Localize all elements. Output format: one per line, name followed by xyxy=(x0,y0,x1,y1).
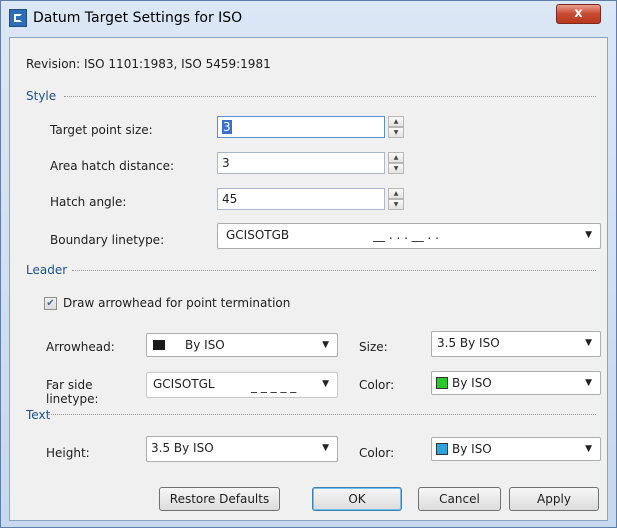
leader-group-title: Leader xyxy=(26,263,68,277)
arrowhead-value: By ISO xyxy=(185,338,225,352)
area-hatch-distance-input[interactable]: 3 xyxy=(217,152,385,174)
chevron-down-icon: ▼ xyxy=(585,230,592,240)
target-point-size-spinner[interactable]: ▲ ▼ xyxy=(388,116,404,138)
arrowhead-icon xyxy=(153,340,165,350)
dialog-window: Datum Target Settings for ISO x Revision… xyxy=(0,0,617,528)
text-group-title: Text xyxy=(26,408,51,422)
far-side-linetype-label-line1: Far side xyxy=(46,378,93,392)
leader-color-label: Color: xyxy=(359,378,395,392)
cancel-button[interactable]: Cancel xyxy=(418,487,501,511)
height-label: Height: xyxy=(46,446,90,460)
hatch-angle-label: Hatch angle: xyxy=(50,195,127,209)
leader-color-select[interactable]: By ISO ▼ xyxy=(431,371,601,395)
far-side-linetype-label: Far side linetype: xyxy=(46,378,99,406)
target-point-size-input[interactable]: 3 xyxy=(217,116,385,138)
close-button[interactable]: x xyxy=(556,4,601,24)
target-point-size-label: Target point size: xyxy=(50,123,153,137)
height-select[interactable]: 3.5 By ISO ▼ xyxy=(146,436,338,462)
app-icon xyxy=(9,9,27,27)
chevron-down-icon: ▼ xyxy=(585,338,592,348)
apply-button[interactable]: Apply xyxy=(509,487,599,511)
target-point-size-value: 3 xyxy=(222,120,232,134)
height-value: 3.5 By ISO xyxy=(151,441,214,455)
boundary-linetype-select[interactable]: GCISOTGB __ . . . __ . . ▼ xyxy=(217,223,601,249)
arrowhead-label: Arrowhead: xyxy=(46,340,115,354)
size-select[interactable]: 3.5 By ISO ▼ xyxy=(431,331,601,357)
restore-defaults-button[interactable]: Restore Defaults xyxy=(159,487,280,511)
draw-arrowhead-label[interactable]: Draw arrowhead for point termination xyxy=(63,296,290,310)
chevron-down-icon: ▼ xyxy=(585,378,592,388)
revision-text: Revision: ISO 1101:1983, ISO 5459:1981 xyxy=(26,57,271,71)
chevron-down-icon: ▼ xyxy=(322,443,329,453)
far-side-linetype-value: GCISOTGL xyxy=(153,377,215,391)
green-swatch-icon xyxy=(436,377,448,389)
spin-down-icon[interactable]: ▼ xyxy=(388,199,404,210)
hatch-angle-spinner[interactable]: ▲ ▼ xyxy=(388,188,404,210)
far-side-linetype-label-line2: linetype: xyxy=(46,392,99,406)
hatch-angle-input[interactable]: 45 xyxy=(217,188,385,210)
ok-button[interactable]: OK xyxy=(312,487,402,511)
area-hatch-distance-label: Area hatch distance: xyxy=(50,159,175,173)
chevron-down-icon: ▼ xyxy=(322,340,329,350)
spin-down-icon[interactable]: ▼ xyxy=(388,127,404,138)
spin-up-icon[interactable]: ▲ xyxy=(388,116,404,127)
boundary-linetype-preview: __ . . . __ . . xyxy=(373,228,439,242)
chevron-down-icon: ▼ xyxy=(585,444,592,454)
size-value: 3.5 By ISO xyxy=(437,336,500,350)
area-hatch-distance-spinner[interactable]: ▲ ▼ xyxy=(388,152,404,174)
chevron-down-icon: ▼ xyxy=(322,379,329,389)
size-label: Size: xyxy=(359,340,388,354)
style-group-title: Style xyxy=(26,89,57,103)
spin-down-icon[interactable]: ▼ xyxy=(388,163,404,174)
spin-up-icon[interactable]: ▲ xyxy=(388,188,404,199)
title-bar[interactable]: Datum Target Settings for ISO x xyxy=(1,1,616,37)
text-color-value: By ISO xyxy=(452,442,492,456)
blue-swatch-icon xyxy=(436,443,448,455)
leader-separator xyxy=(72,270,596,271)
boundary-linetype-label: Boundary linetype: xyxy=(50,233,165,247)
window-title: Datum Target Settings for ISO xyxy=(33,10,243,26)
text-color-label: Color: xyxy=(359,446,395,460)
text-color-select[interactable]: By ISO ▼ xyxy=(431,437,601,461)
spin-up-icon[interactable]: ▲ xyxy=(388,152,404,163)
boundary-linetype-value: GCISOTGB xyxy=(226,228,290,242)
leader-color-value: By ISO xyxy=(452,376,492,390)
dialog-body: Revision: ISO 1101:1983, ISO 5459:1981 S… xyxy=(9,37,608,521)
far-side-linetype-select[interactable]: GCISOTGL _ _ _ _ _ ▼ xyxy=(146,372,338,398)
draw-arrowhead-checkbox[interactable]: ✔ xyxy=(44,297,57,310)
far-side-linetype-preview: _ _ _ _ _ xyxy=(251,379,297,393)
style-separator xyxy=(64,96,596,97)
text-separator xyxy=(48,414,596,415)
arrowhead-select[interactable]: By ISO ▼ xyxy=(146,333,338,357)
